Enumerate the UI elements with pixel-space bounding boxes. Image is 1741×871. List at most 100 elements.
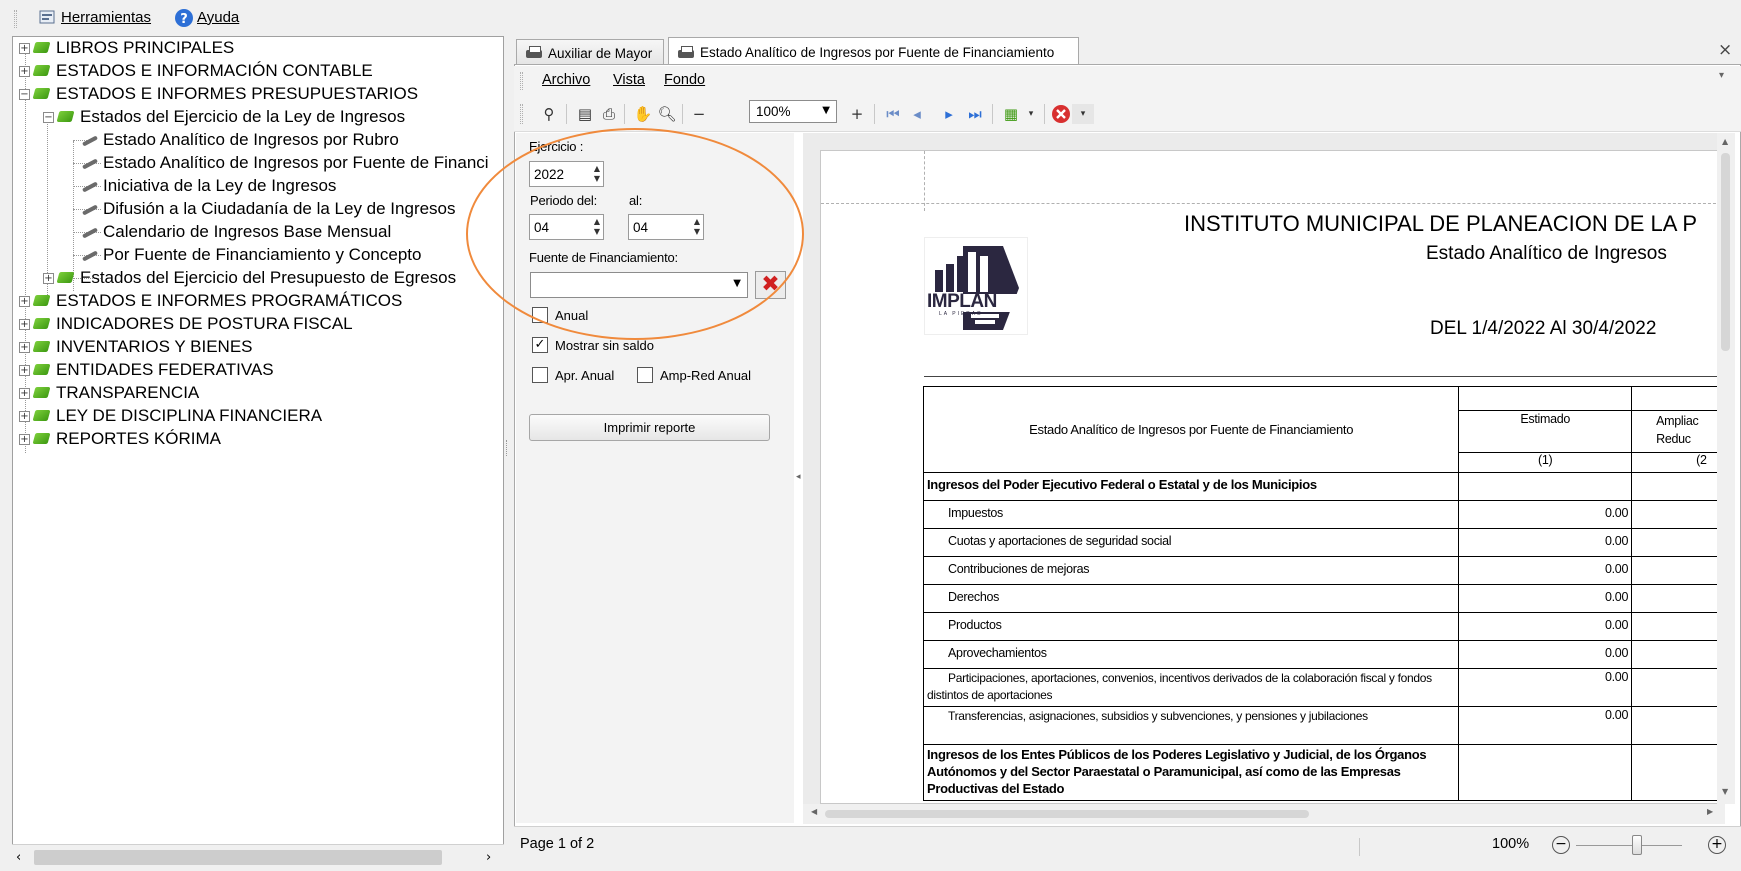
splitter-handle[interactable] [506, 440, 509, 456]
tree-item-entidades-federativas[interactable]: + ENTIDADES FEDERATIVAS [19, 359, 274, 381]
expand-icon[interactable]: + [19, 341, 30, 353]
book-icon [32, 386, 52, 400]
zoom-in-icon[interactable]: + [846, 104, 868, 124]
expand-icon[interactable]: + [19, 42, 30, 54]
tree-item-difusion-ciudadania[interactable]: Difusión a la Ciudadanía de la Ley de In… [81, 198, 456, 220]
toolbar-grip[interactable] [520, 72, 523, 90]
scroll-thumb[interactable] [825, 810, 1309, 818]
book-icon [56, 110, 76, 124]
tree-item-label: TRANSPARENCIA [56, 383, 200, 402]
tree-item-label: ESTADOS E INFORMES PROGRAMÁTICOS [56, 291, 403, 310]
page-indicator: Page 1 of 2 [520, 836, 595, 852]
amp-red-anual-checkbox[interactable]: Amp-Red Anual [637, 367, 751, 383]
tree-item-reportes-korima[interactable]: + REPORTES KÓRIMA [19, 428, 221, 450]
export-dropdown-icon[interactable]: ▾ [1020, 104, 1042, 124]
tree-item-transparencia[interactable]: + TRANSPARENCIA [19, 382, 199, 404]
tree-item-estados-presupuestarios[interactable]: − ESTADOS E INFORMES PRESUPUESTARIOS [19, 83, 418, 105]
zoom-slider-thumb[interactable] [1632, 835, 1642, 855]
last-page-icon[interactable]: ⏭ [964, 104, 986, 124]
expand-icon[interactable]: + [19, 318, 30, 330]
print-icon[interactable]: ⎙ [598, 104, 620, 124]
report-icon [81, 225, 99, 239]
first-page-icon[interactable]: ⏮ [882, 104, 904, 124]
expand-icon[interactable]: + [19, 65, 30, 77]
zoom-in-icon[interactable]: + [1708, 836, 1726, 854]
top-menu-bar: Herramientas ? Ayuda [0, 0, 1741, 36]
tree-item-calendario-ingresos[interactable]: Calendario de Ingresos Base Mensual [81, 221, 391, 243]
preview-vertical-scrollbar[interactable]: ▲ ▼ [1717, 133, 1735, 804]
zoom-out-icon[interactable]: − [688, 104, 710, 124]
previous-page-icon[interactable]: ◂ [906, 104, 928, 124]
tab-auxiliar-mayor[interactable]: Auxiliar de Mayor [516, 39, 664, 66]
next-page-icon[interactable]: ▸ [938, 104, 960, 124]
tree-item-iniciativa-ley[interactable]: Iniciativa de la Ley de Ingresos [81, 175, 336, 197]
menu-tools[interactable]: Herramientas [38, 8, 151, 26]
table-row: Productos 0.00 [922, 612, 1724, 641]
scroll-left-icon[interactable]: ◀ [811, 807, 817, 816]
menu-help[interactable]: ? Ayuda [174, 8, 239, 27]
tree-item-fuente-concepto[interactable]: Por Fuente de Financiamiento y Concepto [81, 244, 421, 266]
toolbar-overflow-icon[interactable]: ▾ [1072, 104, 1094, 124]
menu-archivo[interactable]: Archivo [542, 72, 590, 88]
collapse-panel-icon[interactable]: ◂ [796, 472, 801, 482]
collapse-icon[interactable]: − [43, 111, 54, 123]
book-icon [32, 41, 52, 55]
expand-icon[interactable]: + [43, 272, 54, 284]
tree-item-programaticos[interactable]: + ESTADOS E INFORMES PROGRAMÁTICOS [19, 290, 402, 312]
menu-fondo[interactable]: Fondo [664, 72, 705, 88]
checkbox-box-checked[interactable]: ✓ [532, 337, 548, 353]
help-icon: ? [174, 8, 193, 27]
collapse-icon[interactable]: − [19, 88, 30, 100]
tree-item-libros-principales[interactable]: + LIBROS PRINCIPALES [19, 37, 234, 59]
zoom-out-icon[interactable]: − [1552, 836, 1570, 854]
tree-item-ley-ingresos[interactable]: − Estados del Ejercicio de la Ley de Ingr… [43, 106, 405, 128]
menu-overflow-icon[interactable]: ▾ [1719, 70, 1724, 81]
expand-icon[interactable]: + [19, 295, 30, 307]
expand-icon[interactable]: + [19, 387, 30, 399]
scroll-thumb[interactable] [1721, 153, 1730, 351]
tab-label: Auxiliar de Mayor [548, 45, 653, 61]
tab-estado-analitico[interactable]: Estado Analítico de Ingresos por Fuente … [668, 37, 1079, 67]
close-preview-icon[interactable] [1050, 104, 1072, 124]
toolbar-grip[interactable] [520, 104, 523, 124]
preview-horizontal-scrollbar[interactable]: ◀ ▶ [803, 804, 1725, 824]
tree-item-label: Estado Analítico de Ingresos por Rubro [103, 130, 399, 149]
scroll-right-icon[interactable]: ▶ [1707, 807, 1713, 816]
close-tab-icon[interactable]: × [1718, 40, 1732, 60]
tree-item-postura-fiscal[interactable]: + INDICADORES DE POSTURA FISCAL [19, 313, 353, 335]
apr-anual-checkbox[interactable]: Apr. Anual [532, 367, 614, 383]
printer-icon [677, 45, 695, 60]
table-row: Participaciones, aportaciones, convenios… [922, 668, 1724, 707]
checkbox-box[interactable] [532, 367, 548, 383]
magnifier-icon[interactable]: 🔍︎ [656, 104, 678, 124]
col-ampliaciones-header: Ampliac Reduc [1631, 410, 1724, 453]
hand-tool-icon[interactable]: ✋ [632, 104, 654, 124]
page-setup-icon[interactable]: ▤ [574, 104, 596, 124]
scroll-left-icon[interactable]: ‹ [16, 850, 21, 865]
tree-horizontal-scrollbar[interactable]: ‹ › [12, 844, 504, 870]
tree-item-label: ENTIDADES FEDERATIVAS [56, 360, 274, 379]
tree-item-estados-contables[interactable]: + ESTADOS E INFORMACIÓN CONTABLE [19, 60, 373, 82]
tree-item-ingresos-por-rubro[interactable]: Estado Analítico de Ingresos por Rubro [81, 129, 399, 151]
imprimir-reporte-button[interactable]: Imprimir reporte [529, 414, 770, 441]
tree-item-disciplina-financiera[interactable]: + LEY DE DISCIPLINA FINANCIERA [19, 405, 322, 427]
find-icon[interactable]: ⚲ [538, 104, 560, 124]
scroll-up-icon[interactable]: ▲ [1722, 137, 1728, 146]
menu-vista[interactable]: Vista [613, 72, 645, 88]
expand-icon[interactable]: + [19, 433, 30, 445]
checkbox-box[interactable] [637, 367, 653, 383]
tree-item-label: Estado Analítico de Ingresos por Fuente … [103, 153, 489, 172]
menu-tools-label: Herramientas [61, 8, 152, 26]
scroll-down-icon[interactable]: ▼ [1722, 787, 1728, 796]
tree-item-presupuesto-egresos[interactable]: + Estados del Ejercicio del Presupuesto d… [43, 267, 456, 289]
scroll-thumb[interactable] [34, 850, 442, 865]
zoom-select[interactable]: 100% ▼ [749, 100, 837, 123]
zoom-slider-track[interactable] [1576, 845, 1682, 846]
toolbar-grip[interactable] [14, 10, 17, 28]
expand-icon[interactable]: + [19, 364, 30, 376]
scroll-right-icon[interactable]: › [486, 850, 491, 865]
export-icon[interactable]: ▦ [1000, 104, 1022, 124]
tree-item-inventarios[interactable]: + INVENTARIOS Y BIENES [19, 336, 253, 358]
expand-icon[interactable]: + [19, 410, 30, 422]
tree-item-ingresos-por-fuente[interactable]: Estado Analítico de Ingresos por Fuente … [81, 152, 489, 174]
